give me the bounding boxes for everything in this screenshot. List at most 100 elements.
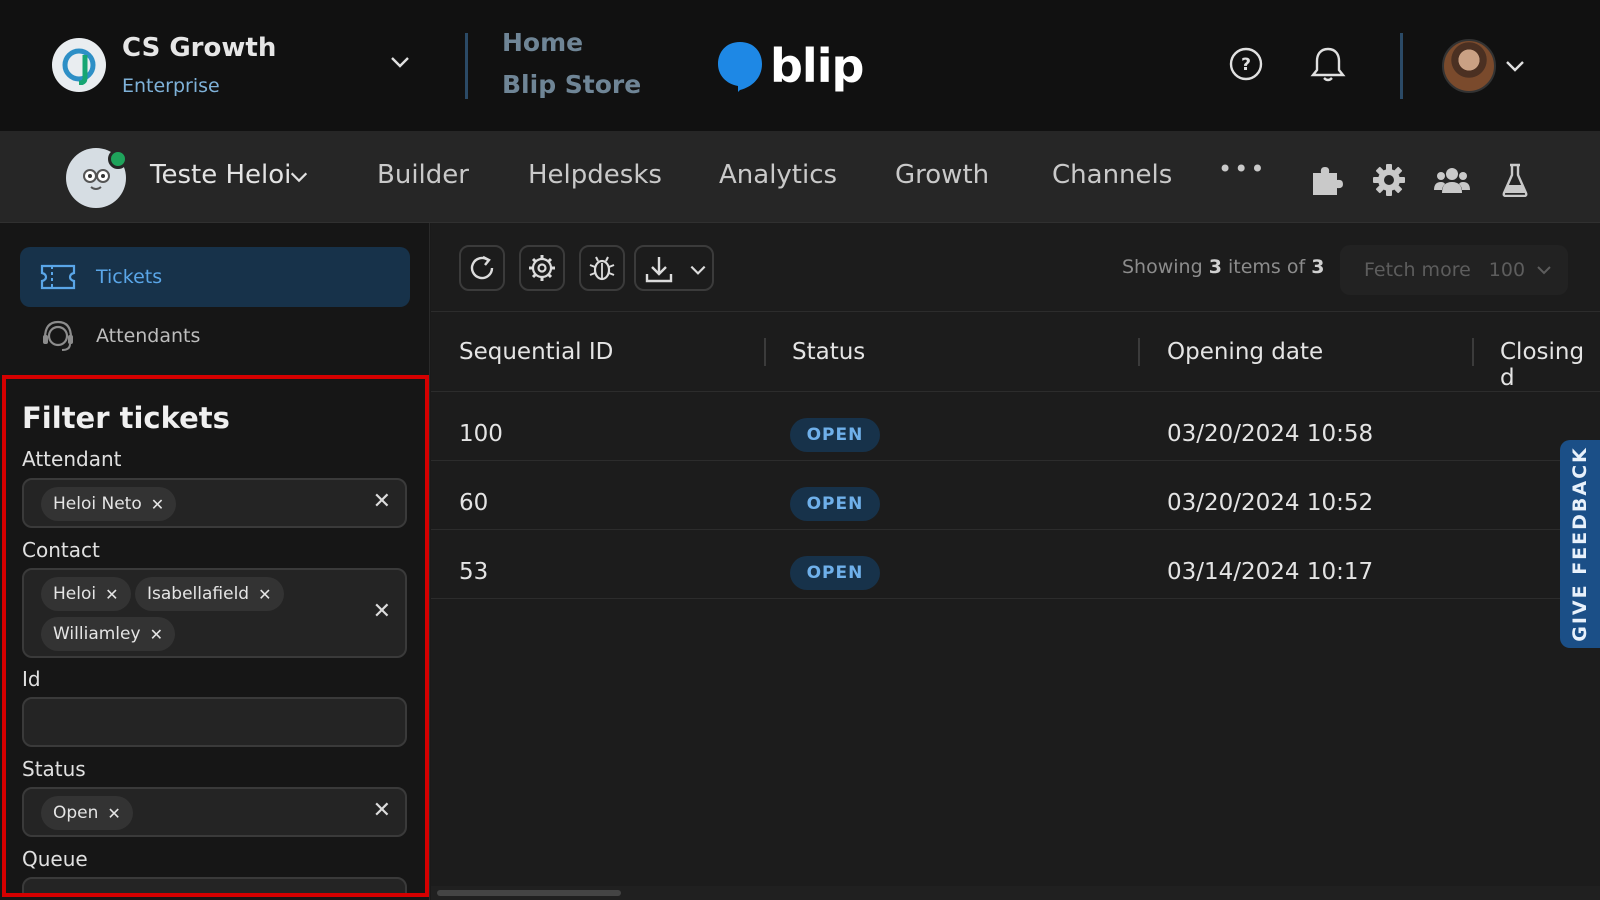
chevron-down-icon[interactable] [388,50,412,74]
bell-icon[interactable] [1308,44,1348,84]
org-plan: Enterprise [122,75,220,97]
chevron-down-icon[interactable] [688,260,708,280]
blip-logo[interactable]: blip [716,38,864,94]
queue-label: Queue [22,847,88,871]
attendant-chip[interactable]: Heloi Neto ✕ [41,487,177,521]
filter-panel: Filter tickets Attendant Heloi Neto ✕ ✕ C… [2,375,429,897]
chevron-down-icon[interactable] [1535,261,1553,279]
chevron-down-icon[interactable] [288,166,310,188]
nav-builder[interactable]: Builder [377,160,469,190]
column-header[interactable]: Closing d [1500,339,1600,391]
attendant-label: Attendant [22,447,122,471]
fetch-more-button[interactable]: Fetch more 100 [1340,245,1568,295]
blip-store-link[interactable]: Blip Store [502,70,641,99]
id-label: Id [22,667,41,691]
debug-button[interactable] [579,245,625,291]
ticket-icon [38,259,78,295]
sidebar-item-attendants[interactable]: Attendants [20,306,410,366]
user-avatar[interactable] [1442,39,1496,93]
clear-icon[interactable]: ✕ [373,798,391,823]
status-badge: OPEN [790,556,880,590]
column-resizer[interactable] [1472,338,1474,366]
online-status-dot [108,149,128,169]
clear-icon[interactable]: ✕ [373,599,391,624]
gear-icon[interactable] [1371,162,1407,198]
showing-count: 3 [1208,256,1222,278]
status-chip[interactable]: Open ✕ [41,796,133,830]
contact-chip[interactable]: Williamley ✕ [41,617,175,651]
close-icon[interactable]: ✕ [258,585,271,604]
chip-label: Isabellafield [147,584,250,604]
cell-opening-date: 03/20/2024 10:58 [1167,421,1374,447]
cell-sequential-id: 60 [459,490,489,516]
table-row[interactable] [431,530,1600,599]
column-resizer[interactable] [764,338,766,366]
contact-chip[interactable]: Isabellafield ✕ [135,577,284,611]
close-icon[interactable]: ✕ [107,804,120,823]
give-feedback-tab[interactable]: GIVE FEEDBACK [1560,440,1600,648]
help-icon[interactable]: ? [1226,44,1266,84]
column-resizer[interactable] [1138,338,1140,366]
showing-mid: items of [1227,256,1306,278]
id-field[interactable] [22,697,407,747]
bug-icon [589,256,615,281]
brand-name: blip [770,39,864,93]
settings-button[interactable] [519,245,565,291]
headset-icon [38,318,78,354]
team-icon[interactable] [1434,162,1470,198]
cell-sequential-id: 100 [459,421,503,447]
cell-sequential-id: 53 [459,559,489,585]
download-icon[interactable] [644,254,674,284]
column-header[interactable]: Sequential ID [459,339,613,365]
contact-chip[interactable]: Heloi ✕ [41,577,131,611]
blip-bubble-icon [718,42,762,92]
top-bar: CS Growth Enterprise Home Blip Store bli… [0,0,1600,131]
table-row[interactable] [431,392,1600,461]
showing-total: 3 [1311,256,1325,278]
more-menu-icon[interactable]: ••• [1218,155,1266,183]
puzzle-icon[interactable] [1308,162,1344,198]
contact-label: Contact [22,538,100,562]
cell-opening-date: 03/20/2024 10:52 [1167,490,1374,516]
fetch-count-select[interactable]: 100 [1489,259,1525,281]
sidebar-item-label: Tickets [96,266,163,288]
close-icon[interactable]: ✕ [105,585,118,604]
chip-label: Williamley [53,624,141,644]
chevron-down-icon[interactable] [1503,54,1527,78]
table-row[interactable] [431,461,1600,530]
sidebar-item-tickets[interactable]: Tickets [20,247,410,307]
home-link[interactable]: Home [502,28,583,57]
org-name[interactable]: CS Growth [122,33,276,63]
nav-channels[interactable]: Channels [1052,160,1172,190]
org-logo[interactable] [52,38,106,92]
bot-selector[interactable]: Teste Heloi [150,160,291,190]
status-field[interactable]: Open ✕ ✕ [22,787,407,837]
chip-label: Heloi Neto [53,494,142,514]
nav-analytics[interactable]: Analytics [719,160,837,190]
attendant-field[interactable]: Heloi Neto ✕ ✕ [22,478,407,528]
clear-icon[interactable]: ✕ [373,489,391,514]
contact-field[interactable]: Heloi ✕ Isabellafield ✕ Williamley ✕ ✕ [22,568,407,658]
nav-growth[interactable]: Growth [895,160,989,190]
sidebar-item-label: Attendants [96,325,201,347]
divider [465,33,468,99]
status-label: Status [22,757,86,781]
refresh-button[interactable] [459,245,505,291]
gear-icon [529,255,555,281]
svg-text:?: ? [1241,55,1251,75]
feedback-label: GIVE FEEDBACK [1569,446,1591,642]
status-badge: OPEN [790,487,880,521]
close-icon[interactable]: ✕ [151,495,164,514]
nav-helpdesks[interactable]: Helpdesks [528,160,662,190]
status-badge: OPEN [790,418,880,452]
filter-title: Filter tickets [22,401,230,435]
close-icon[interactable]: ✕ [150,625,163,644]
scrollbar-thumb[interactable] [437,890,621,896]
queue-field[interactable] [22,877,407,893]
refresh-icon [470,255,494,280]
column-header[interactable]: Status [792,339,865,365]
fetch-more-label: Fetch more [1364,259,1471,281]
column-header[interactable]: Opening date [1167,339,1323,365]
flask-icon[interactable] [1497,162,1533,198]
chip-label: Heloi [53,584,97,604]
